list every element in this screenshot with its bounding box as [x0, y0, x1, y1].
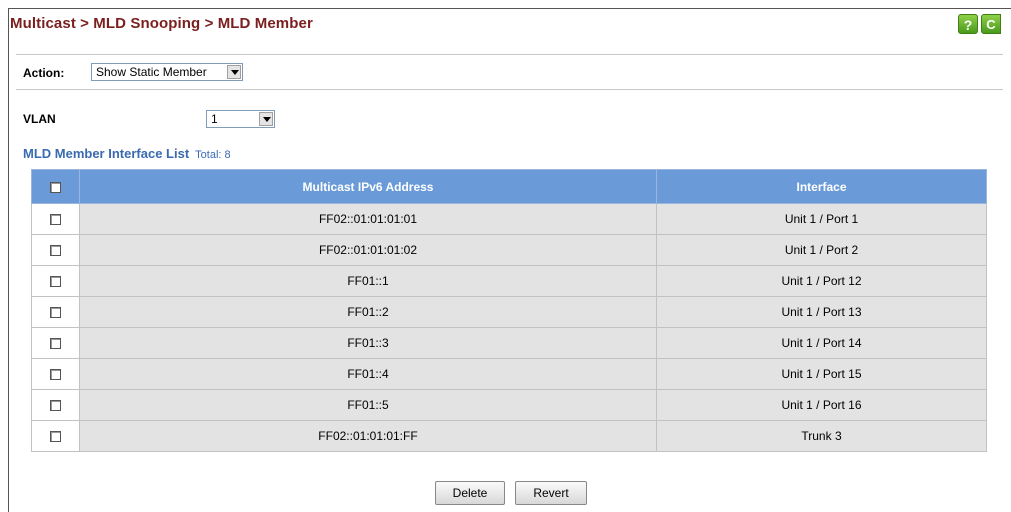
row-checkbox-cell — [31, 234, 80, 266]
select-all-cell — [31, 169, 80, 204]
row-checkbox[interactable] — [50, 245, 61, 257]
list-title: MLD Member Interface List Total: 8 — [23, 146, 231, 161]
row-checkbox[interactable] — [50, 431, 61, 443]
row-checkbox[interactable] — [50, 307, 61, 319]
vlan-select[interactable]: 1 — [206, 110, 275, 128]
address-cell: FF01::2 — [79, 296, 657, 328]
table-row: FF02::01:01:01:02 Unit 1 / Port 2 — [31, 234, 987, 266]
action-select[interactable]: Show Static Member — [91, 63, 243, 81]
table-row: FF02::01:01:01:FF Trunk 3 — [31, 420, 987, 452]
row-checkbox-cell — [31, 265, 80, 297]
help-icon[interactable]: ? — [958, 14, 978, 34]
revert-button[interactable]: Revert — [515, 481, 587, 505]
column-header-address: Multicast IPv6 Address — [79, 169, 657, 204]
row-checkbox-cell — [31, 296, 80, 328]
interface-cell: Unit 1 / Port 16 — [656, 389, 987, 421]
list-title-text: MLD Member Interface List — [23, 146, 190, 161]
list-total: Total: 8 — [195, 149, 231, 161]
row-checkbox[interactable] — [50, 338, 61, 350]
row-checkbox[interactable] — [50, 276, 61, 288]
interface-cell: Unit 1 / Port 2 — [656, 234, 987, 266]
address-cell: FF01::3 — [79, 327, 657, 359]
address-cell: FF01::1 — [79, 265, 657, 297]
address-cell: FF02::01:01:01:01 — [79, 203, 657, 235]
interface-cell: Unit 1 / Port 14 — [656, 327, 987, 359]
row-checkbox-cell — [31, 203, 80, 235]
row-checkbox-cell — [31, 420, 80, 452]
action-select-value: Show Static Member — [96, 65, 207, 79]
divider — [16, 54, 1003, 55]
address-cell: FF02::01:01:01:FF — [79, 420, 657, 452]
row-checkbox-cell — [31, 389, 80, 421]
table-header-row: Multicast IPv6 Address Interface — [31, 169, 987, 204]
member-table: Multicast IPv6 Address Interface FF02::0… — [31, 169, 987, 452]
row-checkbox[interactable] — [50, 369, 61, 381]
delete-button[interactable]: Delete — [435, 481, 505, 505]
table-row: FF01::2 Unit 1 / Port 13 — [31, 296, 987, 328]
table-row: FF01::1 Unit 1 / Port 12 — [31, 265, 987, 297]
vlan-label: VLAN — [23, 112, 56, 126]
row-checkbox[interactable] — [50, 400, 61, 412]
interface-cell: Unit 1 / Port 15 — [656, 358, 987, 390]
vlan-select-value: 1 — [211, 112, 218, 126]
row-checkbox-cell — [31, 327, 80, 359]
column-header-interface: Interface — [656, 169, 987, 204]
table-row: FF02::01:01:01:01 Unit 1 / Port 1 — [31, 203, 987, 235]
table-row: FF01::5 Unit 1 / Port 16 — [31, 389, 987, 421]
row-checkbox-cell — [31, 358, 80, 390]
interface-cell: Unit 1 / Port 12 — [656, 265, 987, 297]
address-cell: FF01::5 — [79, 389, 657, 421]
action-label: Action: — [23, 66, 65, 80]
table-row: FF01::3 Unit 1 / Port 14 — [31, 327, 987, 359]
refresh-icon[interactable]: C — [981, 14, 1001, 34]
address-cell: FF02::01:01:01:02 — [79, 234, 657, 266]
interface-cell: Trunk 3 — [656, 420, 987, 452]
row-checkbox[interactable] — [50, 214, 61, 226]
address-cell: FF01::4 — [79, 358, 657, 390]
divider — [16, 89, 1003, 90]
chevron-down-icon — [259, 112, 273, 126]
table-row: FF01::4 Unit 1 / Port 15 — [31, 358, 987, 390]
page-title: Multicast > MLD Snooping > MLD Member — [10, 15, 313, 32]
interface-cell: Unit 1 / Port 1 — [656, 203, 987, 235]
interface-cell: Unit 1 / Port 13 — [656, 296, 987, 328]
chevron-down-icon — [227, 65, 241, 79]
select-all-checkbox[interactable] — [50, 181, 61, 193]
